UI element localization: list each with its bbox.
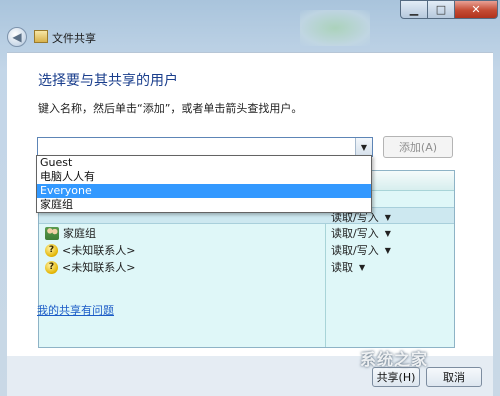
permission-level-text: 读取/写入	[331, 244, 379, 257]
chevron-down-icon[interactable]: ▼	[359, 263, 365, 272]
add-button[interactable]: 添加(A)	[383, 136, 453, 158]
instruction-text: 键入名称，然后单击“添加”，或者单击箭头查找用户。	[38, 102, 303, 115]
unknown-contact-icon: ?	[45, 243, 58, 257]
permission-level-cell[interactable]: 读取/写入 ▼	[331, 225, 391, 241]
table-row[interactable]: 家庭组 读取/写入 ▼	[39, 224, 454, 241]
group-icon	[45, 226, 59, 240]
title-bar: ▁ □ ✕ ◀ 文件共享	[0, 0, 500, 52]
maximize-button[interactable]: □	[427, 0, 455, 19]
table-row[interactable]: ? <未知联系人> 读取/写入 ▼	[39, 241, 454, 258]
minimize-button[interactable]: ▁	[400, 0, 428, 19]
watermark-logo: 系统之家	[360, 350, 429, 369]
table-row[interactable]: ? <未知联系人> 读取 ▼	[39, 258, 454, 275]
permission-level-text: 读取/写入	[331, 227, 379, 240]
user-dropdown-list[interactable]: Guest 电脑人人有 Everyone 家庭组	[36, 155, 372, 213]
user-name-text: <未知联系人>	[62, 244, 136, 257]
close-button[interactable]: ✕	[454, 0, 498, 19]
user-name-text: 家庭组	[63, 227, 96, 240]
dropdown-item-homegroup[interactable]: 家庭组	[37, 198, 371, 212]
window-title: 文件共享	[52, 32, 96, 45]
chevron-down-icon[interactable]: ▼	[385, 229, 391, 238]
chevron-down-icon[interactable]: ▼	[385, 213, 391, 222]
unknown-contact-icon: ?	[45, 260, 58, 274]
window-frame: ▁ □ ✕ ◀ 文件共享 选择要与其共享的用户 键入名称，然后单击“添加”，或者…	[0, 0, 500, 396]
page-title: 选择要与其共享的用户	[38, 73, 178, 89]
back-button[interactable]: ◀	[7, 27, 27, 47]
user-name-text: <未知联系人>	[62, 261, 136, 274]
user-name-cell: ? <未知联系人>	[45, 242, 135, 258]
permission-level-cell[interactable]: 读取 ▼	[331, 259, 365, 275]
permission-level-text: 读取	[331, 261, 353, 274]
chevron-down-icon: ▼	[360, 142, 368, 152]
user-name-cell: ? <未知联系人>	[45, 259, 135, 275]
dropdown-item-guest[interactable]: Guest	[37, 156, 371, 170]
user-name-combobox[interactable]: ▼	[37, 137, 373, 157]
cancel-button[interactable]: 取消	[426, 367, 482, 387]
dropdown-item-user[interactable]: 电脑人人有	[37, 170, 371, 184]
chevron-down-icon[interactable]: ▼	[385, 246, 391, 255]
file-sharing-icon	[34, 30, 48, 43]
permission-level-cell[interactable]: 读取/写入 ▼	[331, 242, 391, 258]
dropdown-item-everyone[interactable]: Everyone	[37, 184, 371, 198]
user-name-cell: 家庭组	[45, 225, 96, 241]
share-button[interactable]: 共享(H)	[372, 367, 420, 387]
dropdown-arrow-button[interactable]: ▼	[355, 138, 372, 156]
back-arrow-icon: ◀	[12, 30, 22, 44]
background-blur	[300, 10, 370, 46]
help-link[interactable]: 我的共享有问题	[37, 302, 114, 318]
